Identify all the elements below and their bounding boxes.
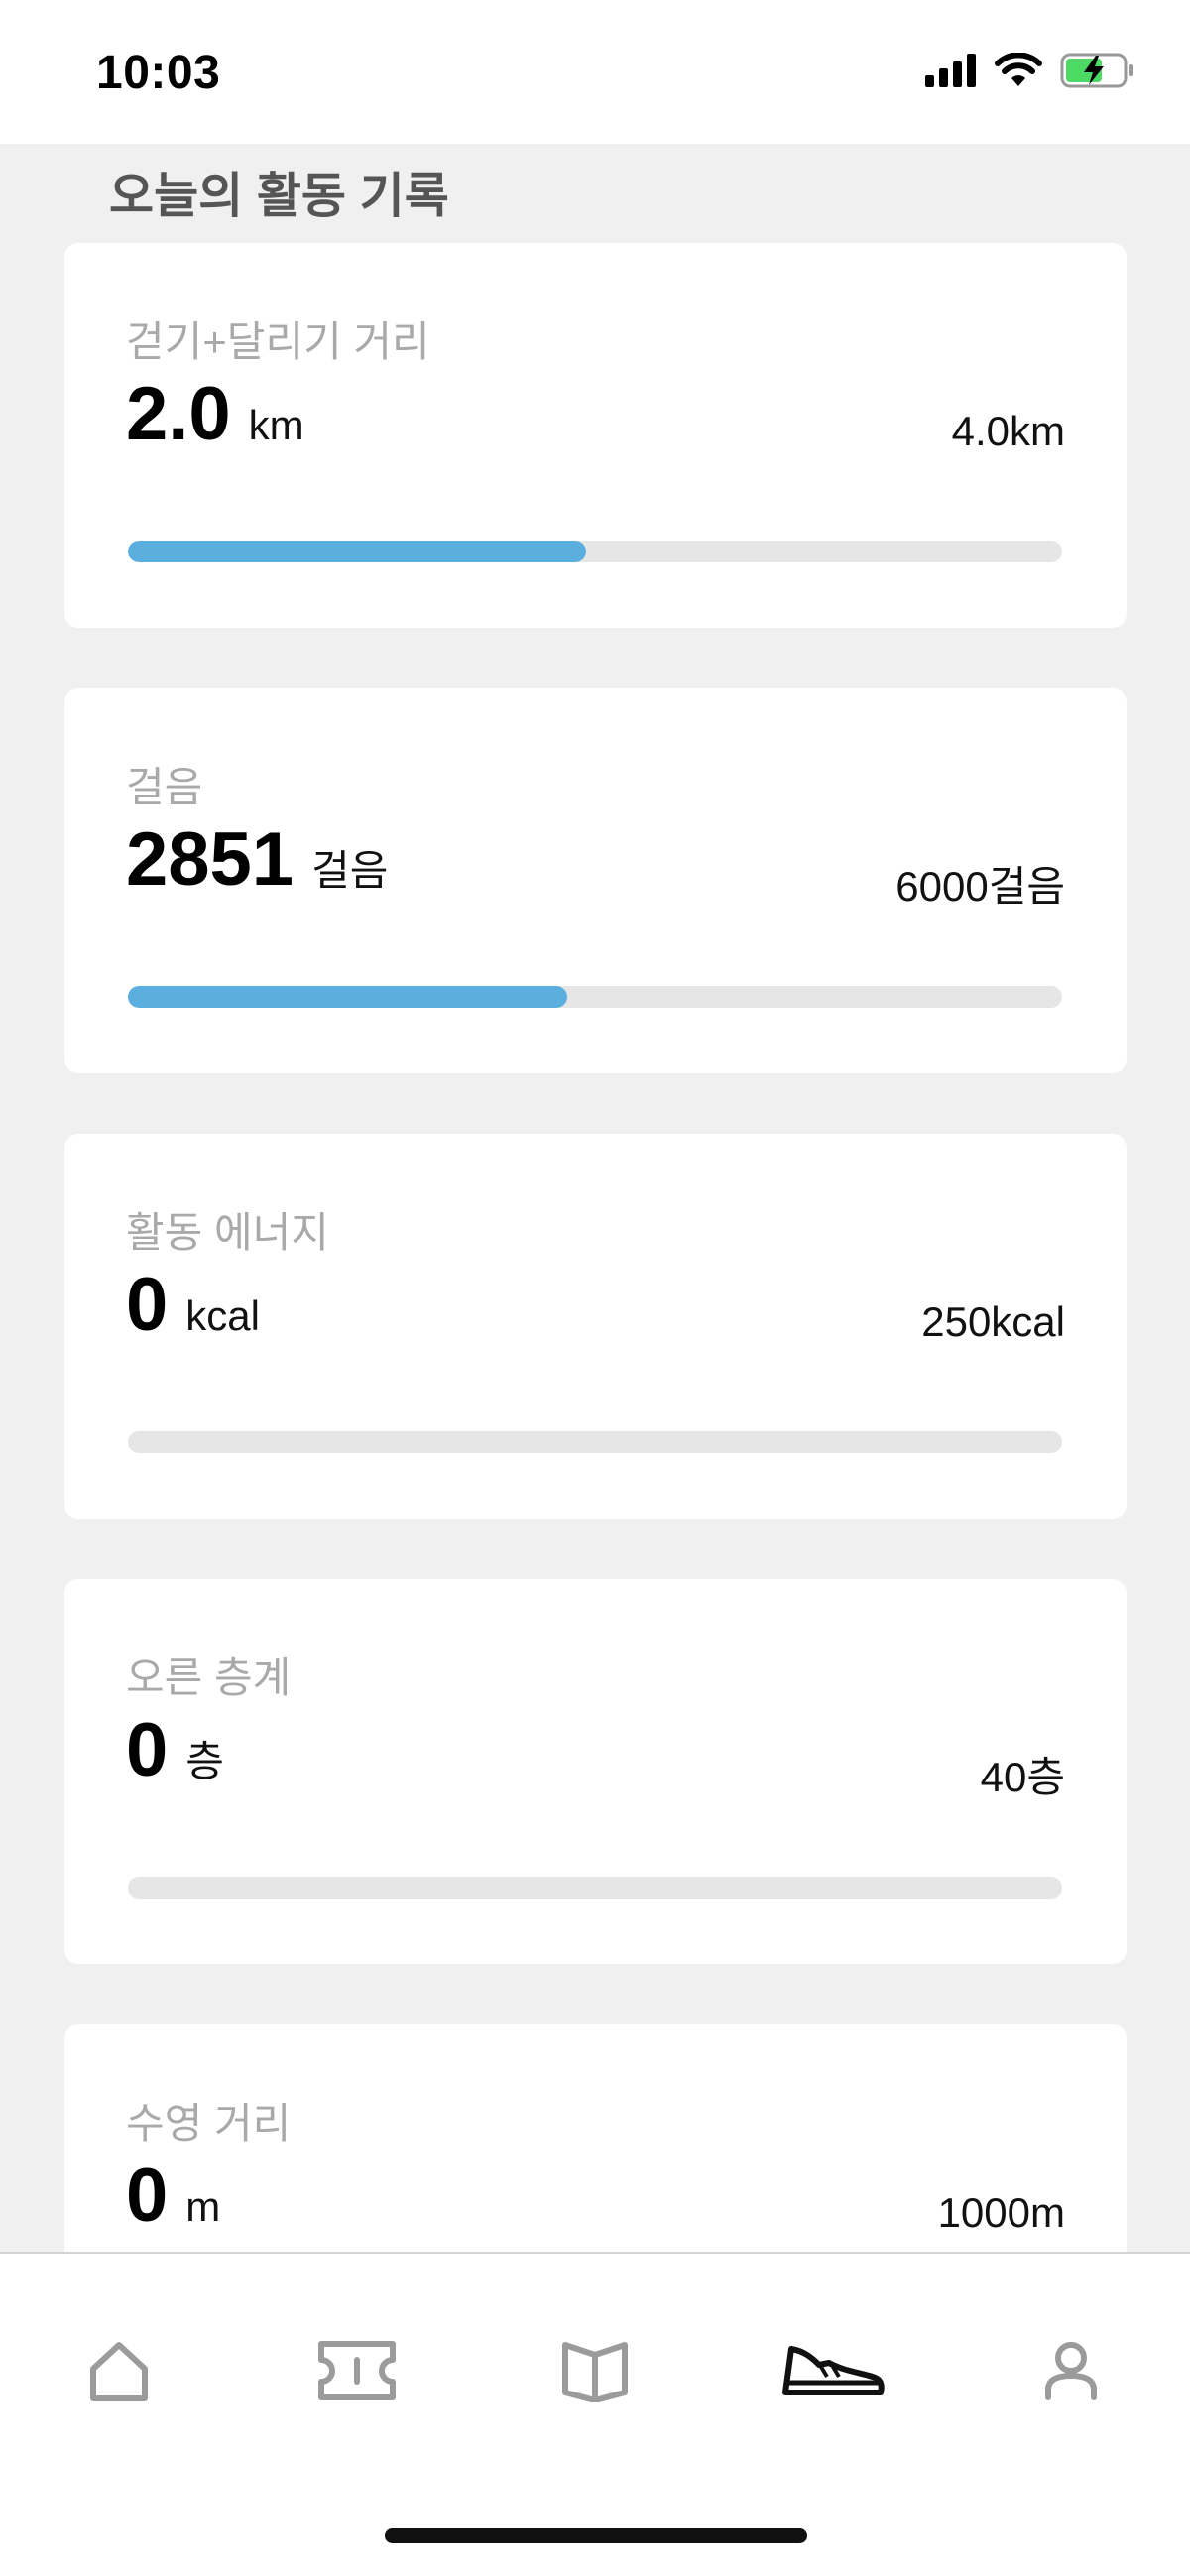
card-unit: m	[185, 2183, 221, 2230]
card-label: 활동 에너지	[126, 1209, 329, 1256]
tab-home[interactable]	[60, 2321, 178, 2420]
progress-track	[128, 1877, 1062, 1899]
card-value-row: 0 층	[126, 1713, 224, 1788]
activity-card-floors[interactable]: 오른 층계 0 층 40층	[64, 1579, 1127, 1964]
card-value-row: 2.0 km	[126, 377, 304, 452]
progress-track	[128, 1431, 1062, 1453]
tab-activity[interactable]	[774, 2321, 892, 2420]
card-goal: 40층	[980, 1754, 1065, 1800]
tab-ticket[interactable]	[298, 2321, 416, 2420]
card-value-row: 0 kcal	[126, 1268, 260, 1343]
card-goal: 1000m	[937, 2189, 1065, 2236]
home-indicator[interactable]	[385, 2528, 807, 2543]
tab-profile[interactable]	[1012, 2321, 1130, 2420]
card-goal: 4.0km	[951, 408, 1065, 454]
activity-card-energy[interactable]: 활동 에너지 0 kcal 250kcal	[64, 1134, 1127, 1519]
card-value-row: 0 m	[126, 2158, 220, 2234]
card-label: 수영 거리	[126, 2100, 292, 2147]
card-unit: 걸음	[311, 847, 389, 894]
status-icons	[925, 52, 1135, 89]
sneaker-icon	[782, 2346, 885, 2395]
ticket-icon	[318, 2341, 396, 2400]
tab-bar	[0, 2252, 1190, 2576]
progress-fill	[128, 541, 586, 562]
activity-card-distance[interactable]: 걷기+달리기 거리 2.0 km 4.0km	[64, 243, 1127, 628]
tab-book[interactable]	[536, 2321, 654, 2420]
card-value-row: 2851 걸음	[126, 822, 388, 898]
book-icon	[562, 2342, 628, 2402]
card-unit: kcal	[185, 1292, 260, 1339]
progress-track	[128, 986, 1062, 1008]
battery-charging-icon	[1060, 53, 1133, 88]
cellular-signal-icon	[925, 54, 976, 87]
card-label: 걸음	[126, 764, 203, 810]
card-value: 2851	[126, 817, 295, 902]
card-goal: 6000걸음	[895, 863, 1065, 910]
card-unit: 층	[185, 1738, 224, 1784]
wifi-icon	[995, 53, 1042, 86]
progress-track	[128, 541, 1062, 562]
card-label: 걷기+달리기 거리	[126, 318, 430, 365]
card-value: 0	[126, 1263, 169, 1347]
card-unit: km	[248, 402, 304, 448]
person-icon	[1045, 2342, 1097, 2400]
home-icon	[90, 2342, 148, 2401]
card-label: 오른 층계	[126, 1655, 292, 1701]
status-bar: 10:03	[0, 0, 1190, 144]
activity-card-steps[interactable]: 걸음 2851 걸음 6000걸음	[64, 688, 1127, 1073]
progress-fill	[128, 986, 567, 1008]
card-value: 0	[126, 1708, 169, 1792]
status-time: 10:03	[96, 47, 221, 99]
card-value: 2.0	[126, 372, 231, 456]
card-value: 0	[126, 2153, 169, 2238]
page-title: 오늘의 활동 기록	[109, 170, 449, 223]
card-goal: 250kcal	[921, 1298, 1065, 1345]
